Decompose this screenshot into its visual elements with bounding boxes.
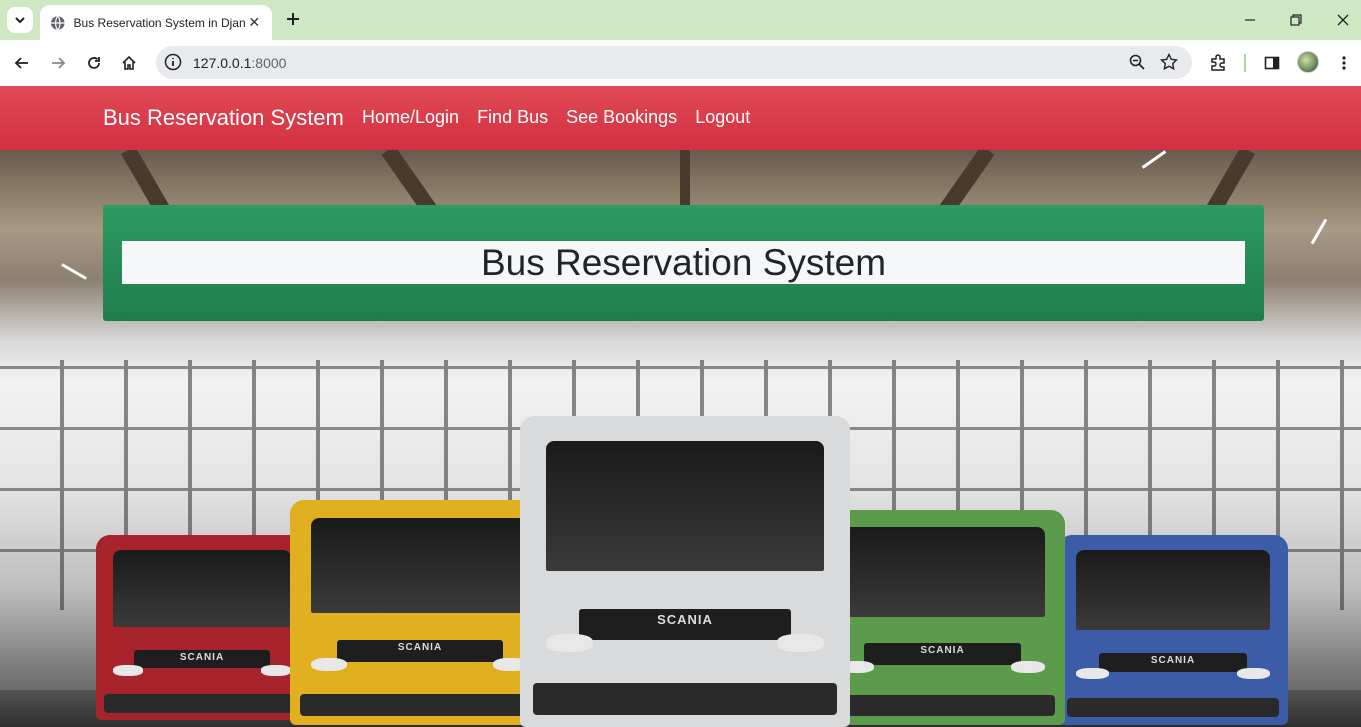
forward-button[interactable] — [46, 51, 70, 75]
globe-icon — [50, 15, 65, 30]
reload-button[interactable] — [82, 51, 106, 75]
puzzle-icon — [1211, 54, 1225, 71]
hero-background-image: SCANIA SCANIA SCANIA SCANIA SCANIA Bus R… — [0, 150, 1361, 727]
ceiling-light — [61, 263, 87, 280]
bus-blue: SCANIA — [1058, 535, 1288, 725]
close-icon — [1337, 14, 1349, 26]
more-vertical-icon — [1342, 56, 1346, 70]
tab-title: Bus Reservation System in Djan — [73, 15, 246, 30]
navbar-brand[interactable]: Bus Reservation System — [103, 105, 344, 131]
home-icon — [122, 55, 136, 70]
close-window-button[interactable] — [1331, 8, 1355, 32]
tab-search-button[interactable] — [7, 7, 33, 33]
profile-avatar[interactable] — [1297, 51, 1319, 73]
url-host: 127.0.0.1 — [193, 55, 252, 71]
bus-brand-label: SCANIA — [657, 611, 713, 627]
home-button[interactable] — [117, 51, 141, 75]
address-bar[interactable]: 127.0.0.1:8000 — [156, 46, 1192, 79]
nav-link-logout[interactable]: Logout — [695, 107, 750, 128]
bus-brand-label: SCANIA — [920, 645, 965, 657]
plus-icon — [287, 13, 299, 25]
ceiling-light — [1141, 150, 1167, 169]
side-panel-icon — [1264, 56, 1280, 70]
nav-link-home-login[interactable]: Home/Login — [362, 107, 459, 128]
browser-tab[interactable]: Bus Reservation System in Djan ✕ — [40, 5, 272, 40]
browser-toolbar: 127.0.0.1:8000 — [0, 40, 1361, 86]
side-panel-button[interactable] — [1260, 51, 1284, 75]
minimize-button[interactable] — [1238, 8, 1262, 32]
star-icon[interactable] — [1160, 53, 1178, 71]
page-title: Bus Reservation System — [480, 241, 887, 283]
new-tab-button[interactable] — [282, 8, 304, 30]
bus-yellow: SCANIA — [290, 500, 550, 725]
url-port: :8000 — [251, 55, 287, 71]
info-icon[interactable] — [164, 53, 182, 71]
web-page: Bus Reservation System Home/Login Find B… — [0, 86, 1361, 727]
ceiling-light — [1310, 218, 1328, 245]
restore-icon — [1290, 14, 1302, 26]
bus-brand-label: SCANIA — [397, 641, 443, 653]
back-button[interactable] — [10, 51, 34, 75]
menu-button[interactable] — [1332, 51, 1356, 75]
url-text[interactable]: 127.0.0.1:8000 — [193, 55, 286, 71]
toolbar-divider — [1244, 54, 1246, 72]
bus-green: SCANIA — [820, 510, 1065, 725]
browser-tabstrip: Bus Reservation System in Djan ✕ — [0, 0, 1361, 40]
bus-brand-label: SCANIA — [1150, 654, 1196, 666]
navbar: Bus Reservation System Home/Login Find B… — [0, 86, 1361, 150]
restore-button[interactable] — [1284, 8, 1308, 32]
extensions-button[interactable] — [1206, 51, 1230, 75]
close-icon[interactable]: ✕ — [246, 14, 262, 31]
reload-icon — [88, 57, 100, 69]
bus-brand-label: SCANIA — [179, 651, 225, 663]
zoom-icon[interactable] — [1128, 53, 1146, 71]
title-banner-inner: Bus Reservation System — [122, 241, 1245, 284]
arrow-right-icon — [52, 57, 66, 69]
minimize-icon — [1245, 19, 1255, 21]
nav-link-find-bus[interactable]: Find Bus — [477, 107, 548, 128]
chevron-down-icon — [15, 17, 25, 24]
bus-red: SCANIA — [96, 535, 308, 720]
bus-silver: SCANIA — [520, 416, 850, 727]
arrow-left-icon — [14, 57, 28, 69]
title-banner: Bus Reservation System — [103, 205, 1264, 321]
nav-link-see-bookings[interactable]: See Bookings — [566, 107, 677, 128]
nav-links: Home/Login Find Bus See Bookings Logout — [362, 107, 768, 128]
